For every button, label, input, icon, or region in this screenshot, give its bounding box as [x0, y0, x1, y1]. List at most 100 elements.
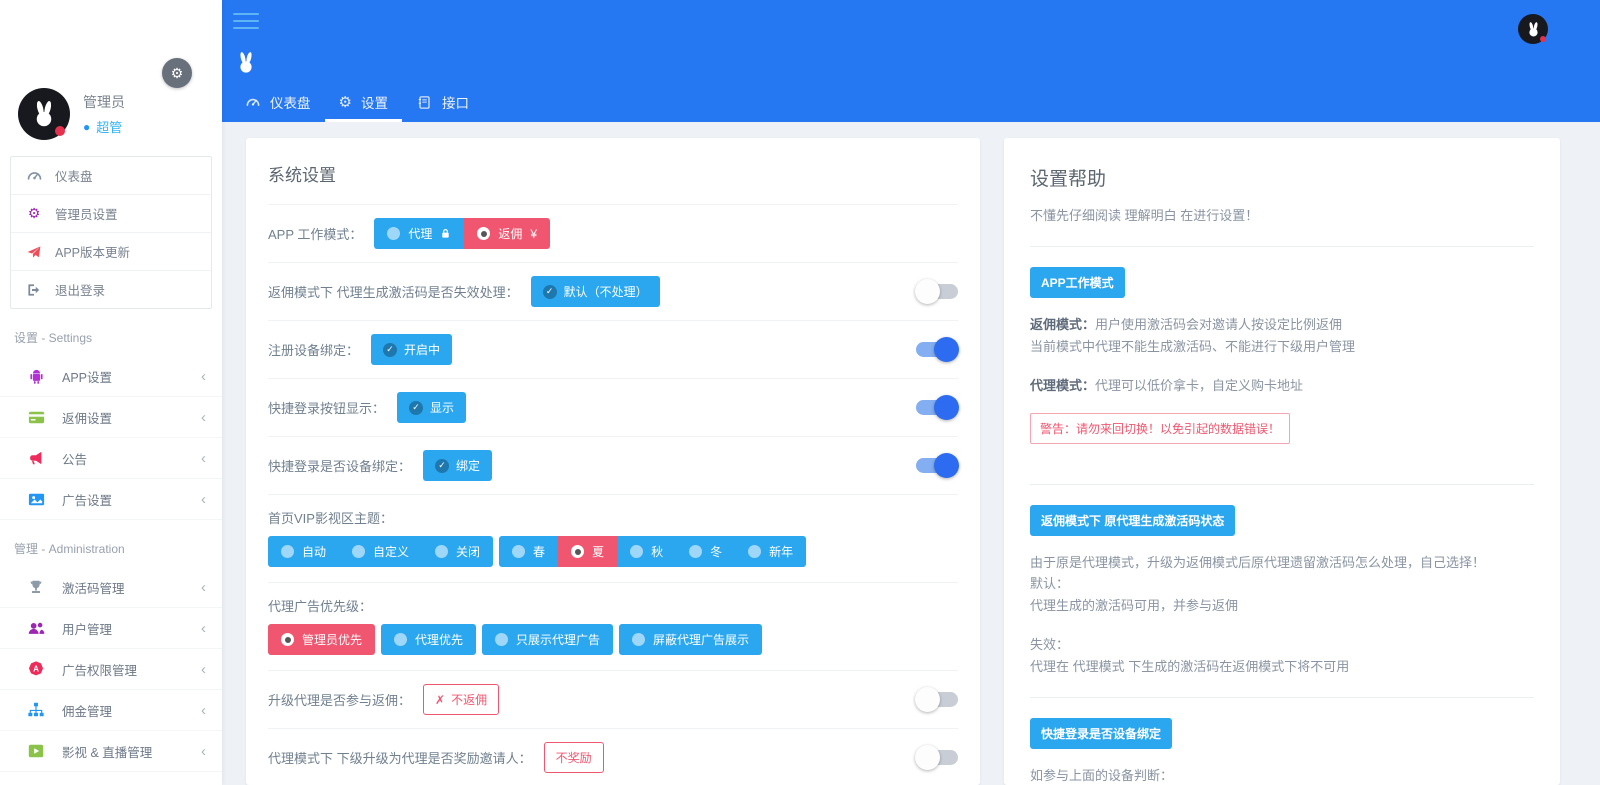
radio-selected-icon [477, 227, 490, 240]
sidebar-item-ad-permissions[interactable]: A 广告权限管理 ‹ [0, 649, 222, 690]
toggle-reward-inviter[interactable] [916, 750, 958, 765]
option-rebate-mode[interactable]: 返佣 ¥ [464, 218, 550, 249]
option-label: 代理优先 [415, 631, 463, 648]
option-theme-auto[interactable]: 自动 [268, 536, 339, 567]
online-dot-icon: ● [83, 120, 90, 134]
setting-label: 返佣模式下 代理生成激活码是否失效处理： [268, 282, 519, 301]
notification-dot [1540, 36, 1546, 42]
sidebar-item-dashboard[interactable]: 仪表盘 [11, 157, 211, 195]
setting-row-upgrade-rebate: 升级代理是否参与返佣： ✗ 不返佣 [268, 671, 958, 729]
toggle-knob [934, 453, 959, 478]
sidebar-item-logout[interactable]: 退出登录 [11, 271, 211, 308]
option-theme-winter[interactable]: 冬 [676, 536, 735, 567]
button-label: 绑定 [456, 457, 480, 474]
button-label: 默认（不处理） [564, 283, 648, 300]
option-label: 自动 [302, 543, 326, 560]
option-theme-autumn[interactable]: 秋 [617, 536, 676, 567]
option-priority-agent[interactable]: 代理优先 [381, 624, 476, 655]
radio-selected-icon [281, 633, 294, 646]
sidebar-item-commission[interactable]: 佣金管理 ‹ [0, 690, 222, 731]
option-theme-custom[interactable]: 自定义 [339, 536, 422, 567]
toggle-quick-login-display[interactable] [916, 400, 958, 415]
quick-login-display-button[interactable]: ✓ 显示 [397, 392, 466, 423]
device-binding-on-button[interactable]: ✓ 开启中 [371, 334, 452, 365]
setting-label: APP 工作模式： [268, 224, 362, 243]
tachometer-icon [244, 94, 261, 111]
yen-icon: ¥ [530, 227, 537, 241]
help-intro: 不懂先仔细阅读 理解明白 在进行设置！ [1030, 205, 1534, 247]
sidebar-item-label: 佣金管理 [62, 701, 112, 720]
option-label: 管理员优先 [302, 631, 362, 648]
toggle-quick-login-binding[interactable] [916, 458, 958, 473]
radio-icon [281, 545, 294, 558]
help-badge: 返佣模式下 原代理生成激活码状态 [1030, 505, 1235, 536]
avatar[interactable] [18, 88, 70, 140]
help-title: 设置帮助 [1030, 138, 1534, 205]
option-priority-admin[interactable]: 管理员优先 [268, 624, 375, 655]
option-theme-summer[interactable]: 夏 [558, 536, 617, 567]
bullhorn-icon [26, 448, 46, 468]
sidebar-item-admin-settings[interactable]: ⚙ 管理员设置 [11, 195, 211, 233]
setting-row-code-invalidation: 返佣模式下 代理生成激活码是否失效处理： ✓ 默认（不处理） [268, 263, 958, 321]
toggle-upgrade-rebate[interactable] [916, 692, 958, 707]
sign-out-icon [25, 281, 43, 299]
users-icon [26, 618, 46, 638]
option-label: 冬 [710, 543, 722, 560]
cogs-icon: ⚙ [25, 205, 43, 223]
sidebar-settings-button[interactable]: ⚙ [162, 58, 192, 88]
sidebar-item-label: 用户管理 [62, 619, 112, 638]
user-meta: 管理员 ● 超管 [83, 92, 125, 136]
chevron-left-icon: ‹ [201, 661, 206, 678]
hamburger-menu-icon[interactable] [233, 13, 259, 34]
sidebar-item-app-update[interactable]: APP版本更新 [11, 233, 211, 271]
toggle-knob [915, 279, 940, 304]
button-label: 不返佣 [451, 691, 487, 708]
help-text: 代理模式：代理可以低价拿卡，自定义购卡地址 [1030, 375, 1534, 396]
radio-icon [435, 545, 448, 558]
chevron-left-icon: ‹ [201, 450, 206, 467]
user-name: 管理员 [83, 92, 125, 112]
radio-icon [689, 545, 702, 558]
option-agent-mode[interactable]: 代理 [374, 218, 464, 249]
tab-dashboard[interactable]: 仪表盘 [230, 83, 325, 122]
sidebar-item-activation-codes[interactable]: 激活码管理 ‹ [0, 567, 222, 608]
sidebar-item-user-management[interactable]: 用户管理 ‹ [0, 608, 222, 649]
option-theme-off[interactable]: 关闭 [422, 536, 493, 567]
sidebar-item-app-settings[interactable]: APP设置 ‹ [0, 356, 222, 397]
option-theme-spring[interactable]: 春 [499, 536, 558, 567]
tab-settings[interactable]: ⚙ 设置 [325, 83, 402, 122]
content-area: 系统设置 APP 工作模式： 代理 返佣 ¥ [222, 122, 1600, 785]
book-icon [416, 94, 433, 111]
chevron-left-icon: ‹ [201, 368, 206, 385]
sidebar-item-label: 退出登录 [55, 280, 105, 299]
help-badge: APP工作模式 [1030, 267, 1125, 298]
quick-login-binding-button[interactable]: ✓ 绑定 [423, 450, 492, 481]
setting-row-device-binding: 注册设备绑定： ✓ 开启中 [268, 321, 958, 379]
check-circle-icon: ✓ [435, 459, 449, 473]
user-role: ● 超管 [83, 117, 125, 136]
help-badge: 快捷登录是否设备绑定 [1030, 718, 1172, 749]
no-reward-button[interactable]: 不奖励 [544, 742, 604, 773]
tab-label: 设置 [361, 92, 388, 112]
sidebar-item-rebate-settings[interactable]: 返佣设置 ‹ [0, 397, 222, 438]
sidebar-item-media-live[interactable]: 影视 & 直播管理 ‹ [0, 731, 222, 772]
check-circle-icon: ✓ [383, 343, 397, 357]
sidebar-item-ad-settings[interactable]: 广告设置 ‹ [0, 479, 222, 520]
toggle-device-binding[interactable] [916, 342, 958, 357]
header-avatar[interactable] [1518, 14, 1548, 44]
tab-api[interactable]: 接口 [402, 83, 483, 122]
no-rebate-button[interactable]: ✗ 不返佣 [423, 684, 499, 715]
default-no-handle-button[interactable]: ✓ 默认（不处理） [531, 276, 660, 307]
option-label: 新年 [769, 543, 793, 560]
sidebar-item-announcements[interactable]: 公告 ‹ [0, 438, 222, 479]
chevron-left-icon: ‹ [201, 743, 206, 760]
option-label: 屏蔽代理广告展示 [653, 631, 749, 648]
toggle-invalid-handling[interactable] [916, 284, 958, 299]
option-theme-newyear[interactable]: 新年 [735, 536, 806, 567]
option-label: 秋 [651, 543, 663, 560]
rabbit-logo-icon[interactable] [234, 50, 258, 76]
option-block-agent-ads[interactable]: 屏蔽代理广告展示 [619, 624, 762, 655]
option-agent-ads-only[interactable]: 只展示代理广告 [482, 624, 613, 655]
warning-box: 警告：请勿来回切换！以免引起的数据错误！ [1030, 413, 1290, 444]
setting-label: 代理模式下 下级升级为代理是否奖励邀请人： [268, 748, 532, 767]
